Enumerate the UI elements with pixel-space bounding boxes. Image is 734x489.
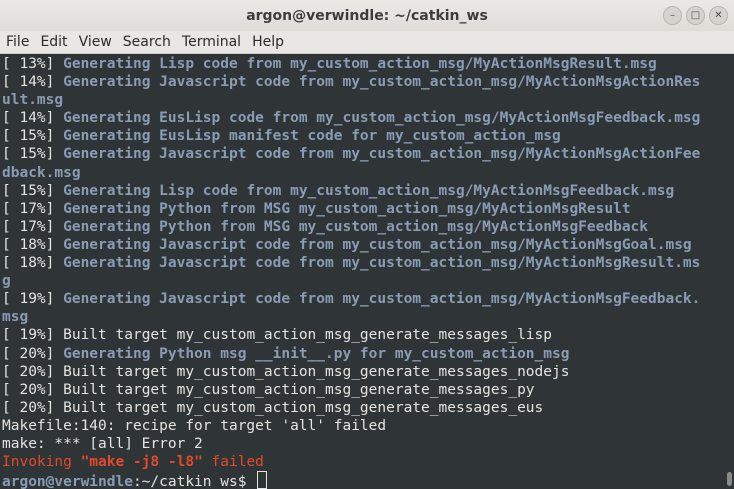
progress-percent: [ 17%] — [2, 218, 55, 235]
scrollbar-thumb[interactable] — [727, 472, 732, 486]
line-message: Built target my_custom_action_msg_genera… — [54, 381, 535, 398]
error-suffix: failed — [202, 454, 264, 471]
line-message: Generating Javascript code from my_custo… — [54, 236, 692, 253]
progress-percent: [ 19%] — [2, 327, 55, 344]
terminal-line: [ 20%] Generating Python msg __init__.py… — [2, 345, 724, 363]
line-message: Makefile:140: recipe for target 'all' fa… — [2, 417, 387, 434]
line-message: Generating EusLisp code from my_custom_a… — [54, 110, 701, 127]
terminal-line: g — [2, 272, 724, 290]
terminal-line: [ 18%] Generating Javascript code from m… — [2, 236, 724, 254]
line-message: Generating Python from MSG my_custom_act… — [54, 200, 631, 217]
terminal-line: [ 15%] Generating Javascript code from m… — [2, 145, 724, 163]
terminal-line: [ 15%] Generating EusLisp manifest code … — [2, 127, 724, 145]
line-message: Built target my_custom_action_msg_genera… — [54, 399, 544, 416]
line-message: Generating Python msg __init__.py for my… — [54, 345, 570, 362]
menu-search[interactable]: Search — [123, 34, 171, 50]
menu-bar: File Edit View Search Terminal Help — [0, 31, 734, 54]
progress-percent: [ 18%] — [2, 255, 55, 272]
line-message: Generating Javascript code from my_custo… — [54, 146, 701, 163]
terminal-line: [ 20%] Built target my_custom_action_msg… — [2, 363, 724, 381]
line-message: msg — [2, 309, 29, 326]
progress-percent: [ 20%] — [2, 399, 55, 416]
progress-percent: [ 14%] — [2, 74, 55, 91]
progress-percent: [ 19%] — [2, 291, 55, 308]
line-message: Generating Javascript code from my_custo… — [54, 255, 701, 272]
terminal-line: ult.msg — [2, 91, 724, 109]
error-command: "make -j8 -l8" — [80, 454, 203, 471]
line-message: Generating EusLisp manifest code for my_… — [54, 128, 561, 145]
error-line: Invoking "make -j8 -l8" failed — [2, 453, 724, 471]
terminal-line: Makefile:140: recipe for target 'all' fa… — [2, 417, 724, 435]
prompt-path: :~/catkin_ws$ — [132, 474, 256, 489]
terminal-line: [ 19%] Built target my_custom_action_msg… — [2, 326, 724, 344]
line-message: Built target my_custom_action_msg_genera… — [54, 363, 570, 380]
progress-percent: [ 13%] — [2, 56, 55, 72]
line-message: Generating Python from MSG my_custom_act… — [54, 218, 649, 235]
window-controls: – □ ✕ — [663, 6, 728, 25]
prompt-user-host: argon@verwindle — [2, 474, 133, 489]
menu-file[interactable]: File — [6, 34, 29, 50]
terminal-line: [ 14%] Generating Javascript code from m… — [2, 73, 724, 91]
prompt-line[interactable]: argon@verwindle:~/catkin_ws$ — [2, 471, 724, 489]
line-message: ult.msg — [2, 92, 64, 109]
close-icon[interactable]: ✕ — [709, 6, 728, 25]
line-message: dback.msg — [2, 164, 81, 181]
terminal-output[interactable]: [ 13%] Generating Lisp code from my_cust… — [0, 54, 724, 489]
terminal-line: [ 14%] Generating EusLisp code from my_c… — [2, 109, 724, 127]
line-message: Generating Lisp code from my_custom_acti… — [54, 56, 657, 72]
progress-percent: [ 17%] — [2, 200, 55, 217]
progress-percent: [ 20%] — [2, 345, 55, 362]
line-message: Built target my_custom_action_msg_genera… — [54, 327, 552, 344]
progress-percent: [ 18%] — [2, 236, 55, 253]
menu-edit[interactable]: Edit — [40, 34, 67, 50]
menu-view[interactable]: View — [79, 34, 112, 50]
progress-percent: [ 15%] — [2, 146, 55, 163]
progress-percent: [ 15%] — [2, 182, 55, 199]
terminal-line: [ 20%] Built target my_custom_action_msg… — [2, 399, 724, 417]
terminal-window: argon@verwindle: ~/catkin_ws – □ ✕ File … — [0, 0, 734, 489]
terminal-line: msg — [2, 308, 724, 326]
terminal-line: [ 19%] Generating Javascript code from m… — [2, 290, 724, 308]
error-prefix: Invoking — [2, 454, 81, 471]
terminal-line: [ 17%] Generating Python from MSG my_cus… — [2, 200, 724, 218]
line-message: Generating Lisp code from my_custom_acti… — [54, 182, 675, 199]
line-message: Generating Javascript code from my_custo… — [54, 74, 701, 91]
line-message: g — [2, 273, 11, 290]
line-message: Generating Javascript code from my_custo… — [54, 291, 701, 308]
progress-percent: [ 14%] — [2, 110, 55, 127]
progress-percent: [ 20%] — [2, 381, 55, 398]
title-bar[interactable]: argon@verwindle: ~/catkin_ws – □ ✕ — [0, 0, 734, 31]
line-message: make: *** [all] Error 2 — [2, 435, 203, 452]
terminal-line: [ 17%] Generating Python from MSG my_cus… — [2, 218, 724, 236]
window-title: argon@verwindle: ~/catkin_ws — [246, 7, 488, 24]
terminal-line: [ 18%] Generating Javascript code from m… — [2, 254, 724, 272]
menu-help[interactable]: Help — [252, 34, 284, 50]
text-cursor — [257, 471, 268, 489]
terminal-line: [ 15%] Generating Lisp code from my_cust… — [2, 182, 724, 200]
maximize-icon[interactable]: □ — [686, 6, 705, 25]
progress-percent: [ 15%] — [2, 128, 55, 145]
terminal-line: make: *** [all] Error 2 — [2, 435, 724, 453]
terminal-line: [ 20%] Built target my_custom_action_msg… — [2, 381, 724, 399]
scrollbar[interactable] — [724, 54, 734, 488]
terminal-line: [ 13%] Generating Lisp code from my_cust… — [2, 55, 724, 73]
terminal-line: dback.msg — [2, 164, 724, 182]
progress-percent: [ 20%] — [2, 363, 55, 380]
menu-terminal[interactable]: Terminal — [182, 34, 241, 50]
minimize-icon[interactable]: – — [663, 6, 682, 25]
